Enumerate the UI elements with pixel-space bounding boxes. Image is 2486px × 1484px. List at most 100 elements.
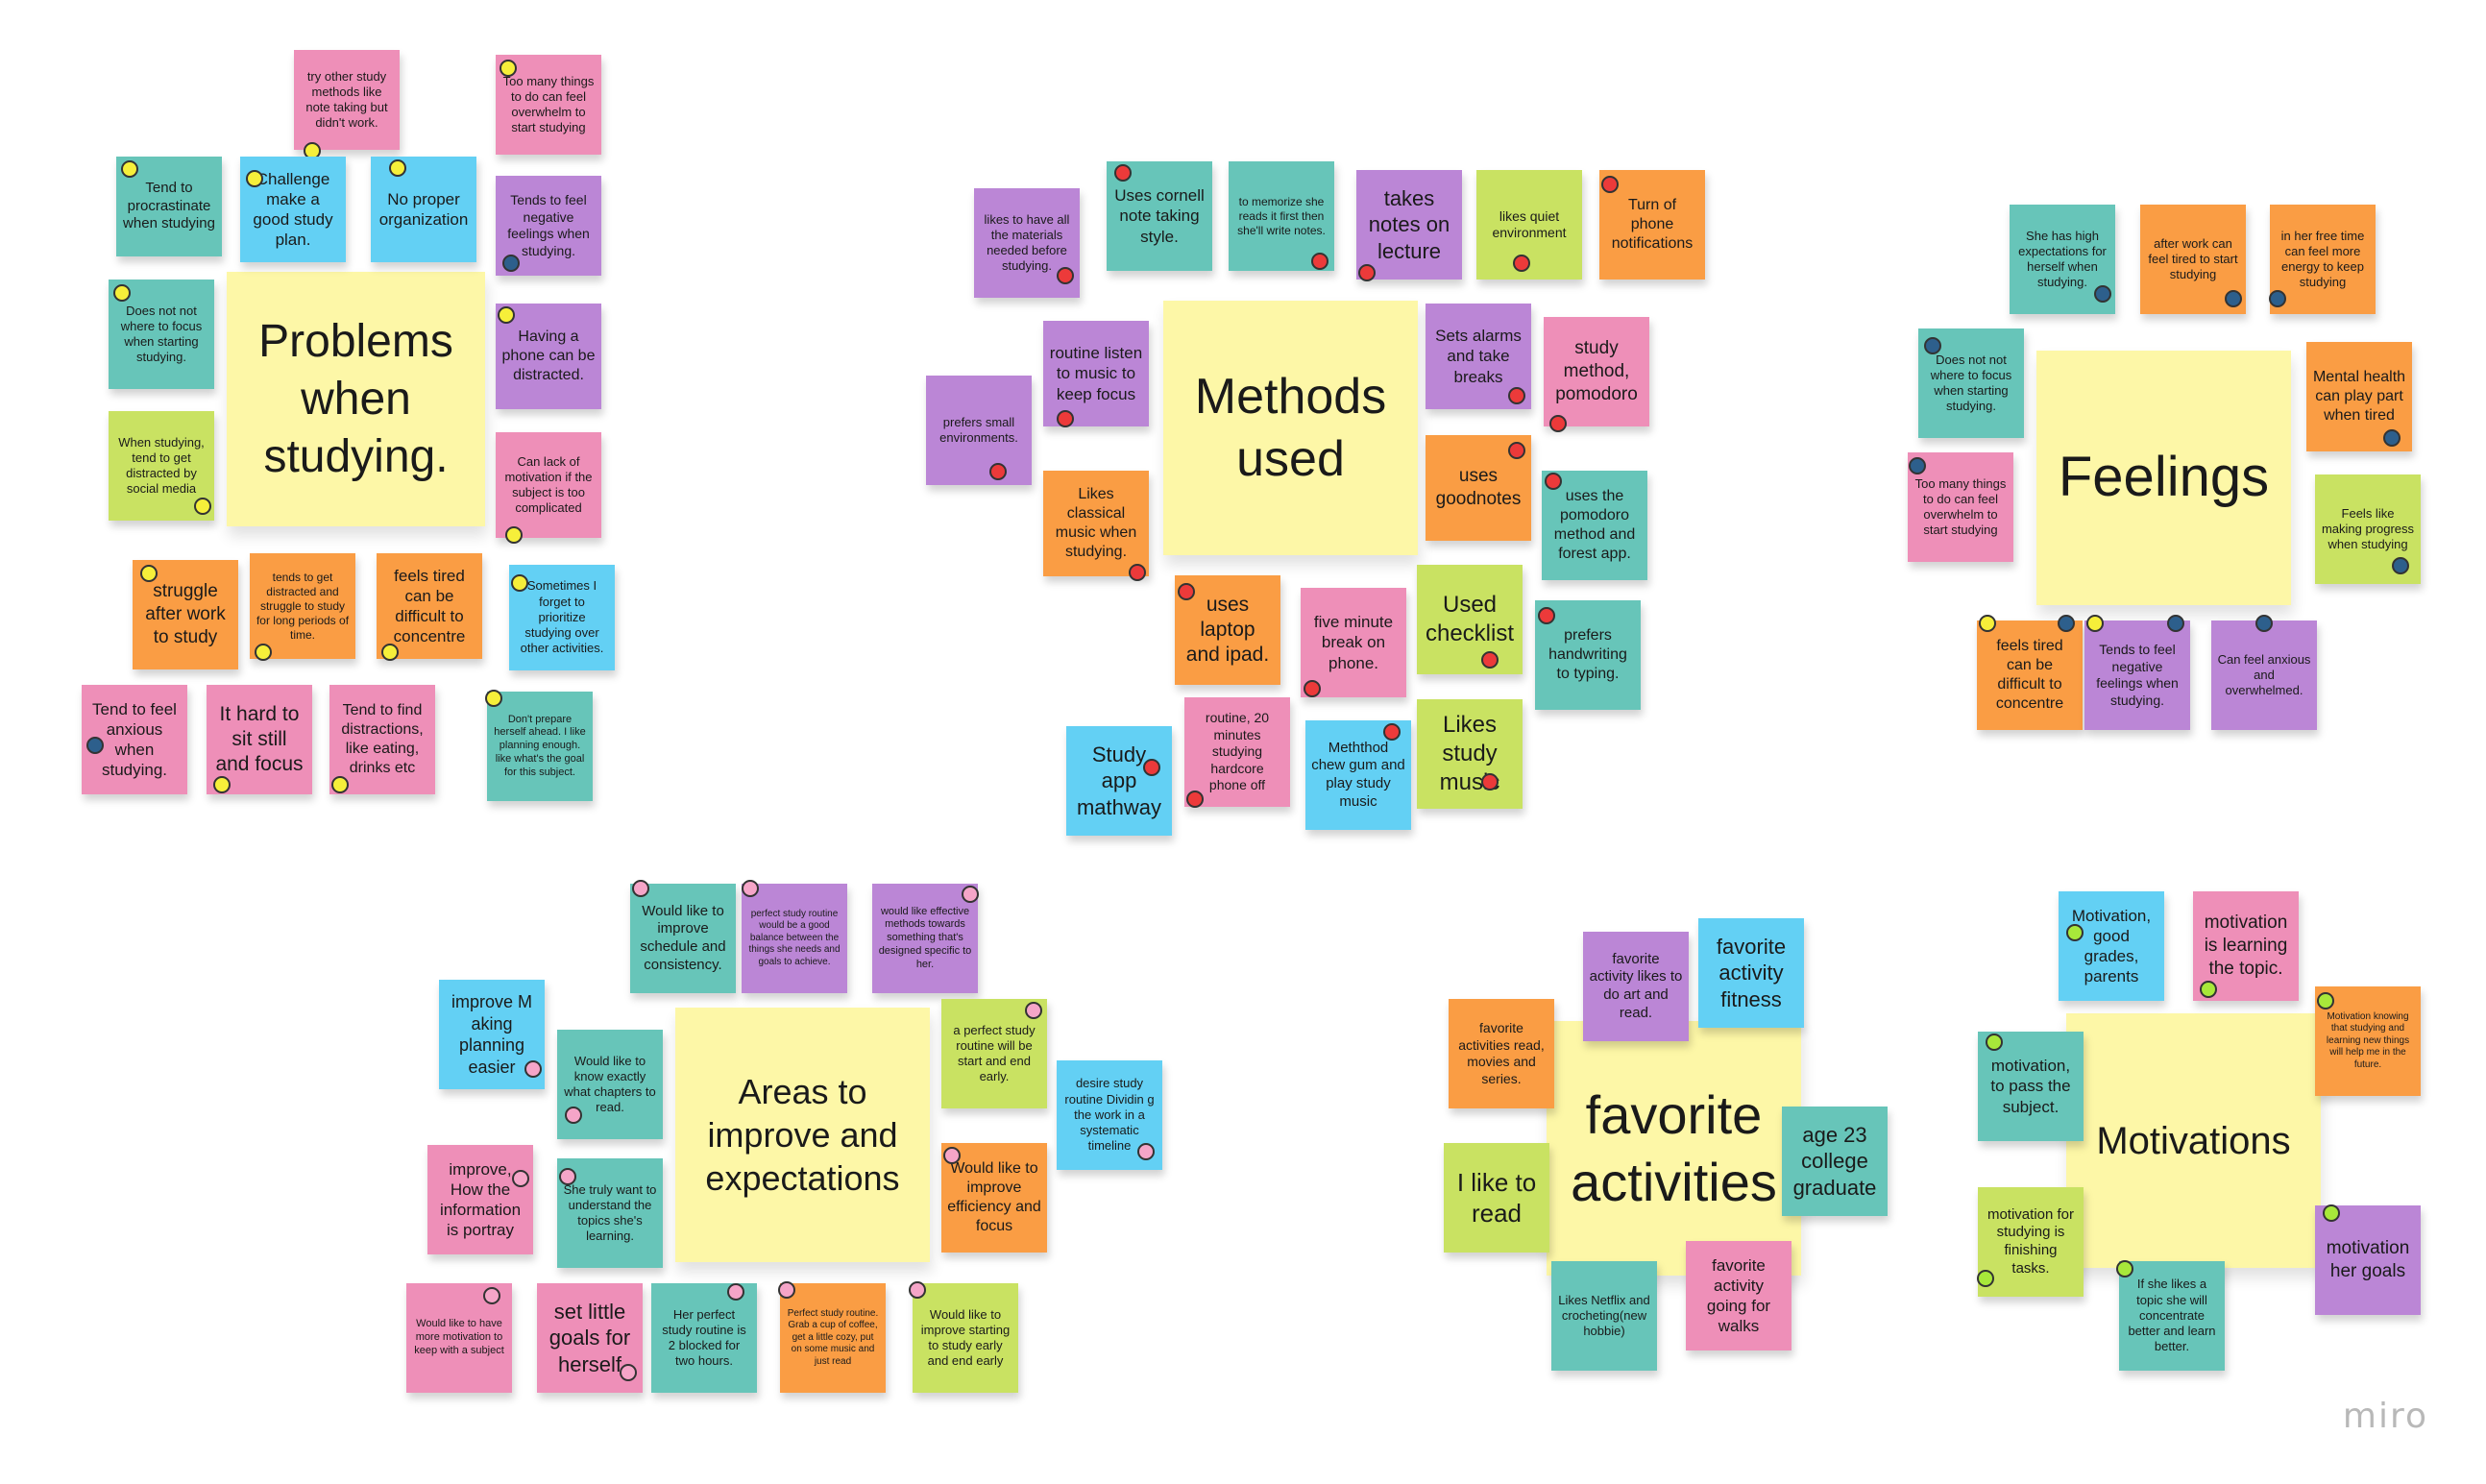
note-routine-20-minutes[interactable]: routine, 20 minutes studying hardcore ph… [1184, 697, 1290, 807]
note-favorite-movies-series[interactable]: favorite activities read, movies and ser… [1449, 999, 1554, 1108]
vote-dot[interactable] [1114, 164, 1132, 182]
note-favorite-art-reading[interactable]: favorite activity likes to do art and re… [1583, 932, 1689, 1041]
note-routine-listen-music[interactable]: routine listen to music to keep focus [1043, 321, 1149, 426]
vote-dot[interactable] [989, 463, 1007, 480]
note-anxious-overwhelmed[interactable]: Can feel anxious and overwhelmed. [2211, 620, 2317, 730]
vote-dot[interactable] [255, 644, 272, 661]
vote-dot[interactable] [381, 644, 399, 661]
title-favorite-activities[interactable]: favorite activities [1547, 1021, 1801, 1276]
note-improve-schedule[interactable]: Would like to improve schedule and consi… [630, 884, 736, 993]
vote-dot[interactable] [331, 776, 349, 793]
note-negative-feelings-2[interactable]: Tends to feel negative feelings when stu… [2084, 620, 2190, 730]
vote-dot[interactable] [1057, 267, 1074, 284]
vote-dot[interactable] [213, 776, 231, 793]
vote-dot[interactable] [1311, 253, 1328, 270]
vote-dot[interactable] [500, 60, 517, 77]
vote-dot[interactable] [483, 1287, 500, 1304]
vote-dot[interactable] [86, 737, 104, 754]
vote-dot[interactable] [2094, 285, 2111, 303]
vote-dot[interactable] [909, 1281, 926, 1299]
vote-dot[interactable] [389, 159, 406, 177]
vote-dot[interactable] [1549, 415, 1567, 432]
note-perfect-routine-2-blocked[interactable]: Her perfect study routine is 2 blocked f… [651, 1283, 757, 1393]
vote-dot[interactable] [1143, 759, 1160, 776]
note-effective-methods[interactable]: would like effective methods towards som… [872, 884, 978, 993]
vote-dot[interactable] [1025, 1002, 1042, 1019]
vote-dot[interactable] [2323, 1204, 2340, 1222]
vote-dot[interactable] [512, 1170, 529, 1187]
vote-dot[interactable] [1358, 264, 1376, 281]
vote-dot[interactable] [2200, 981, 2217, 998]
vote-dot[interactable] [1601, 176, 1619, 193]
vote-dot[interactable] [140, 565, 158, 582]
note-dont-prepare[interactable]: Don't prepare herself ahead. I like plan… [487, 692, 593, 801]
vote-dot[interactable] [943, 1147, 961, 1164]
note-prefers-small-env[interactable]: prefers small environments. [926, 376, 1032, 485]
vote-dot[interactable] [727, 1283, 744, 1301]
vote-dot[interactable] [1979, 615, 1996, 632]
vote-dot[interactable] [1481, 651, 1499, 669]
vote-dot[interactable] [2058, 615, 2075, 632]
vote-dot[interactable] [2392, 557, 2409, 574]
vote-dot[interactable] [742, 880, 759, 897]
vote-dot[interactable] [2116, 1260, 2133, 1277]
vote-dot[interactable] [1508, 387, 1525, 404]
vote-dot[interactable] [2225, 290, 2242, 307]
vote-dot[interactable] [2255, 615, 2273, 632]
vote-dot[interactable] [2317, 992, 2334, 1010]
note-start-end-early[interactable]: Would like to improve starting to study … [913, 1283, 1018, 1393]
note-motivation-her-goals[interactable]: motivation her goals [2315, 1205, 2421, 1315]
vote-dot[interactable] [2167, 615, 2184, 632]
title-problems-when-studying[interactable]: Problems when studying. [227, 272, 485, 526]
vote-dot[interactable] [1057, 410, 1074, 427]
note-used-checklist[interactable]: Used checklist [1417, 565, 1523, 674]
note-likes-topic-concentrate[interactable]: If she likes a topic she will concentrat… [2119, 1261, 2225, 1371]
note-feels-tired-2[interactable]: feels tired can be difficult to concentr… [1977, 620, 2083, 730]
vote-dot[interactable] [1129, 564, 1146, 581]
vote-dot[interactable] [1909, 457, 1926, 474]
vote-dot[interactable] [1137, 1143, 1155, 1160]
note-perfect-routine-balance[interactable]: perfect study routine would be a good ba… [742, 884, 847, 993]
vote-dot[interactable] [620, 1364, 637, 1381]
vote-dot[interactable] [2066, 924, 2084, 941]
vote-dot[interactable] [524, 1060, 542, 1078]
note-likes-study-music[interactable]: Likes study music [1417, 699, 1523, 809]
vote-dot[interactable] [1977, 1270, 1994, 1287]
title-motivations[interactable]: Motivations [2066, 1013, 2321, 1268]
vote-dot[interactable] [121, 160, 138, 178]
vote-dot[interactable] [1383, 723, 1401, 741]
note-improve-information[interactable]: improve, How the information is portray [427, 1145, 533, 1254]
note-age-23-graduate[interactable]: age 23 college graduate [1782, 1107, 1888, 1216]
vote-dot[interactable] [565, 1107, 582, 1124]
vote-dot[interactable] [194, 498, 211, 515]
title-methods-used[interactable]: Methods used [1163, 301, 1418, 555]
note-no-proper-organization[interactable]: No proper organization [371, 157, 476, 262]
note-study-method-pomodoro[interactable]: study method, pomodoro [1544, 317, 1649, 426]
vote-dot[interactable] [1545, 473, 1562, 490]
vote-dot[interactable] [1924, 337, 1941, 354]
vote-dot[interactable] [2086, 615, 2104, 632]
miro-board[interactable]: Problems when studying. try other study m… [0, 0, 2486, 1484]
note-likes-classical-music[interactable]: Likes classical music when studying. [1043, 471, 1149, 576]
vote-dot[interactable] [1178, 583, 1195, 600]
vote-dot[interactable] [1481, 773, 1499, 791]
note-perfect-routine-coffee[interactable]: Perfect study routine. Grab a cup of cof… [780, 1283, 886, 1393]
vote-dot[interactable] [1513, 255, 1530, 272]
vote-dot[interactable] [1508, 442, 1525, 459]
vote-dot[interactable] [505, 526, 523, 544]
vote-dot[interactable] [485, 690, 502, 707]
vote-dot[interactable] [1304, 680, 1321, 697]
vote-dot[interactable] [1186, 791, 1204, 808]
note-try-other-study-methods[interactable]: try other study methods like note taking… [294, 50, 400, 150]
vote-dot[interactable] [502, 255, 520, 272]
vote-dot[interactable] [511, 574, 528, 592]
vote-dot[interactable] [962, 886, 979, 903]
vote-dot[interactable] [1538, 607, 1555, 624]
title-areas-to-improve[interactable]: Areas to improve and expectations [675, 1008, 930, 1262]
vote-dot[interactable] [246, 170, 263, 187]
vote-dot[interactable] [2269, 290, 2286, 307]
note-likes-netflix[interactable]: Likes Netflix and crocheting(new hobbie) [1551, 1261, 1657, 1371]
note-motivation-good-grades[interactable]: Motivation, good grades, parents [2059, 891, 2164, 1001]
note-i-like-to-read[interactable]: I like to read [1444, 1143, 1549, 1253]
vote-dot[interactable] [632, 880, 649, 897]
